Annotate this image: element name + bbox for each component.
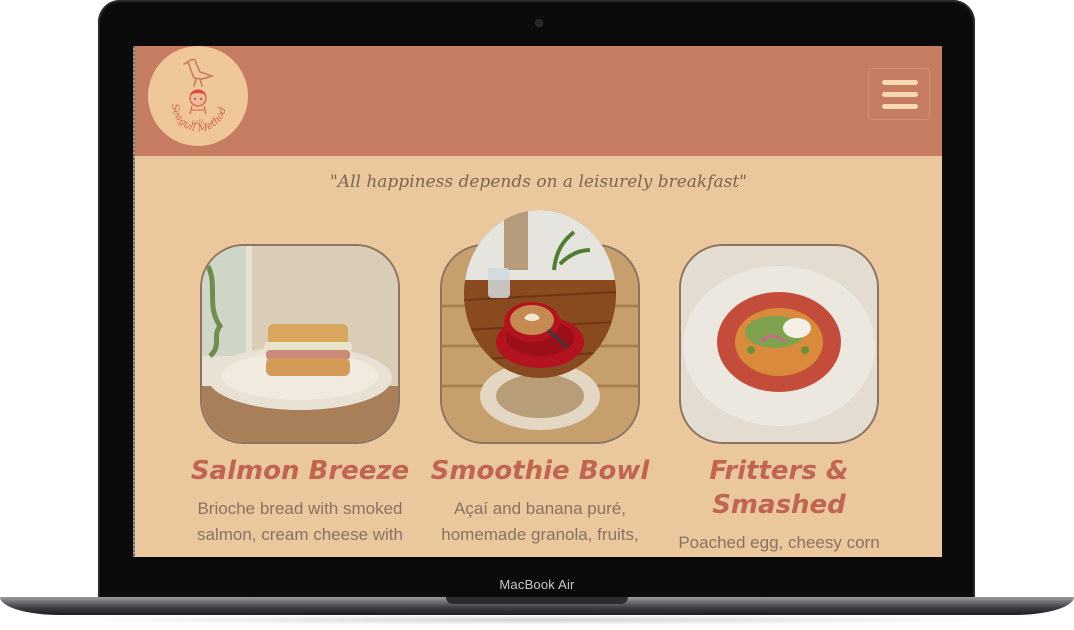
card-description: Poached egg, cheesy corn (678, 533, 880, 552)
hamburger-menu-icon[interactable] (868, 68, 930, 120)
card-description: Açaí and banana puré, homemade granola, … (441, 499, 639, 544)
card-title: Fritters & Smashed (709, 456, 849, 520)
site-header: café Seagull Method (135, 46, 942, 156)
base-shadow (60, 615, 1014, 625)
salmon-sandwich-image[interactable] (200, 244, 400, 444)
smoothie-bowl-image[interactable] (440, 210, 640, 444)
card-title: Salmon Breeze (190, 456, 410, 486)
website-screen: café Seagull Method "All happiness depen… (135, 46, 942, 557)
menu-bar-3 (882, 104, 918, 109)
menu-bar-2 (882, 92, 918, 97)
camera (535, 19, 543, 27)
cafe-logo[interactable]: café Seagull Method (148, 46, 248, 146)
card-description: Brioche bread with smoked salmon, cream … (197, 499, 403, 544)
character-face-icon (189, 89, 207, 115)
card-title: Smoothie Bowl (430, 456, 650, 486)
fritters-smashed-image[interactable] (679, 244, 879, 444)
device-label: MacBook Air (499, 577, 575, 592)
laptop-notch (446, 597, 628, 604)
tagline: "All happiness depends on a leisurely br… (329, 172, 748, 192)
seagull-icon (183, 58, 215, 87)
menu-bar-1 (882, 80, 918, 85)
